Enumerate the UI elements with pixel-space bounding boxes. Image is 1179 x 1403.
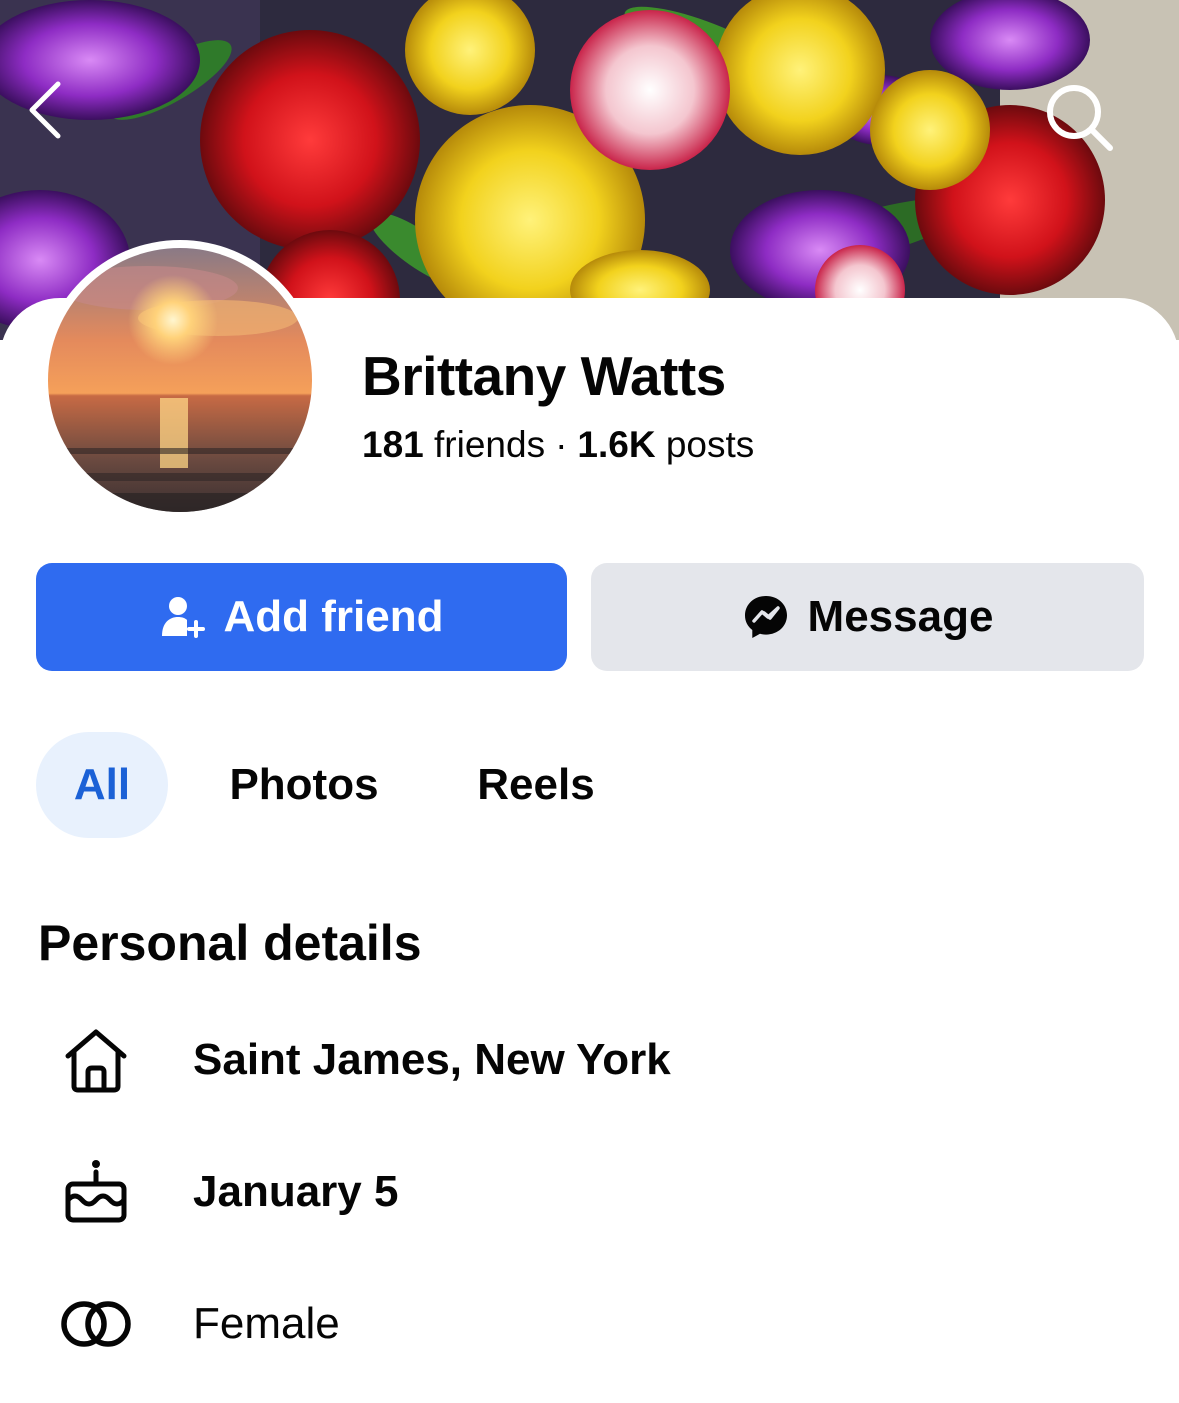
profile-avatar[interactable] <box>40 240 320 520</box>
add-friend-button[interactable]: Add friend <box>36 563 567 671</box>
avatar-sunset-image <box>48 248 312 512</box>
search-icon <box>1047 85 1113 151</box>
chevron-left-icon <box>29 81 61 139</box>
profile-stats: 181 friends · 1.6K posts <box>362 424 754 466</box>
detail-location-text[interactable]: Saint James, New York <box>193 1035 671 1085</box>
detail-gender-text: Female <box>193 1299 340 1348</box>
add-person-icon <box>161 597 205 638</box>
posts-label: posts <box>665 424 755 465</box>
friends-label[interactable]: friends <box>434 424 545 465</box>
message-button[interactable]: Message <box>591 563 1144 671</box>
add-friend-label: Add friend <box>223 592 444 641</box>
friends-count[interactable]: 181 <box>362 424 424 465</box>
back-button[interactable] <box>26 80 116 170</box>
detail-row-gender: Female <box>0 1274 1179 1374</box>
detail-row-location: Saint James, New York <box>0 1010 1179 1110</box>
profile-page: Brittany Watts 181 friends · 1.6K posts Ad… <box>0 0 1179 1403</box>
message-label: Message <box>807 592 994 641</box>
profile-name: Brittany Watts <box>362 345 726 407</box>
tab-reels[interactable]: Reels <box>466 732 606 838</box>
detail-birthday-text: January 5 <box>193 1167 399 1216</box>
stats-separator: · <box>555 424 568 465</box>
tab-all[interactable]: All <box>36 732 168 838</box>
detail-row-birthday: January 5 <box>0 1142 1179 1242</box>
tab-photos[interactable]: Photos <box>218 732 390 838</box>
gender-rings-icon <box>56 1284 136 1364</box>
messenger-icon <box>744 596 787 638</box>
personal-details-title: Personal details <box>38 915 422 971</box>
home-icon <box>56 1020 136 1100</box>
search-button[interactable] <box>1044 82 1134 172</box>
birthday-cake-icon <box>56 1152 136 1232</box>
posts-count: 1.6K <box>577 424 656 465</box>
